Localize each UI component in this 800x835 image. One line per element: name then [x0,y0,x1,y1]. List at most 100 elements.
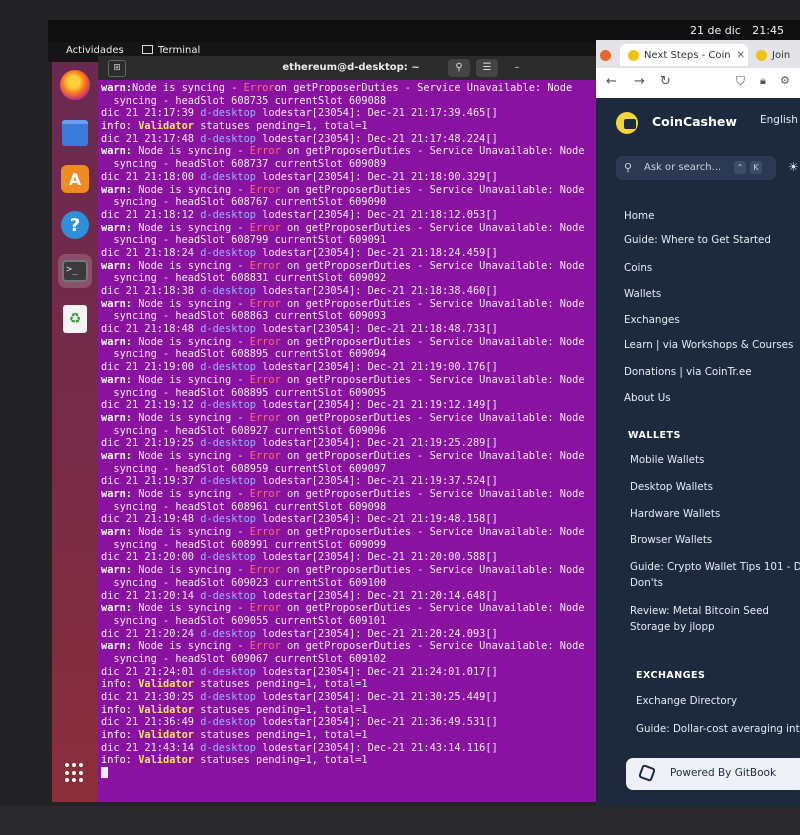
log-segment: Node is syncing - [132,183,250,196]
log-segment: d-desktop [200,107,256,120]
site-search[interactable]: ⚲ Ask or search... ⌃ K [616,156,776,180]
log-segment: dic 21 21:43:14 [101,741,201,754]
forward-icon[interactable]: → [634,74,645,89]
log-line: info: Validator statuses pending=1, tota… [101,754,601,767]
section-heading-exchanges: EXCHANGES [636,670,706,681]
terminal-icon[interactable]: >_ [58,254,92,288]
nav-exchanges[interactable]: Exchanges [624,312,680,328]
nav-guide-get-started[interactable]: Guide: Where to Get Started [624,232,771,248]
log-segment: dic 21 21:20:14 [101,589,201,602]
show-apps-icon[interactable] [58,756,92,790]
software-store-icon[interactable]: A [58,162,92,196]
log-segment: Node is syncing - [132,488,250,500]
close-tab-icon[interactable]: ✕ [737,50,745,61]
nav-metal-seed-review[interactable]: Review: Metal Bitcoin Seed [630,603,769,619]
log-segment: info: [101,120,139,133]
log-segment: Node is syncing - [132,640,250,653]
nav-coins[interactable]: Coins [624,260,652,276]
firefox-icon[interactable] [60,70,90,100]
gnome-top-bar: 21 de dic 21:45 [48,20,800,42]
permissions-icon[interactable]: ⚙ [780,74,790,87]
log-segment: syncing - headSlot 608959 currentSlot 60… [101,462,387,475]
terminal-headerbar: ⊞ ethereum@d-desktop: ~ ⚲ ☰ – [98,56,604,80]
terminal-window: ⊞ ethereum@d-desktop: ~ ⚲ ☰ – warn: Node … [98,56,604,802]
shortcut-key: ⌃ [734,161,746,174]
nav-browser-wallets[interactable]: Browser Wallets [630,532,712,548]
log-segment: d-desktop [200,437,256,450]
nav-exchange-directory[interactable]: Exchange Directory [636,693,737,709]
browser-tab-active[interactable]: Next Steps - Coin ✕ [620,44,748,66]
log-segment: on getProposerDuties - Service Unavailab… [274,82,573,94]
trash-icon[interactable]: ♻ [58,302,92,336]
log-line: warn: Node is syncing - Error on getProp… [101,298,601,311]
log-line: dic 21 21:18:38 d-desktop lodestar[23054… [101,285,601,298]
back-icon[interactable]: ← [606,74,617,89]
nav-desktop-wallets[interactable]: Desktop Wallets [630,479,713,495]
powered-by-gitbook[interactable]: Powered By GitBook [626,758,800,790]
active-app-label: Terminal [158,45,201,56]
log-segment: d-desktop [200,323,256,336]
terminal-output[interactable]: warn: Node is syncing - Error on getPropos… [98,80,604,802]
log-segment: warn: [101,335,132,348]
help-icon[interactable]: ? [58,208,92,242]
activities-button[interactable]: Actividades [66,45,124,56]
log-segment: d-desktop [200,551,256,564]
nav-mobile-wallets[interactable]: Mobile Wallets [630,452,704,468]
theme-toggle-icon[interactable]: ☀ [788,160,799,174]
shield-icon[interactable]: ⛉ [736,74,745,89]
nav-dca-guide[interactable]: Guide: Dollar-cost averaging into c [636,721,800,737]
nav-home[interactable]: Home [624,208,654,224]
site-brand[interactable]: CoinCashew [652,114,737,129]
log-segment: warn: [101,411,132,424]
coincashew-logo[interactable] [616,112,638,134]
nav-donations[interactable]: Donations | via CoinTr.ee [624,364,752,380]
section-heading-wallets: WALLETS [628,430,681,441]
nav-wallet-tips-cont[interactable]: Don'ts [630,575,663,591]
log-segment: on getProposerDuties - Service Unavailab… [280,335,585,348]
log-segment: syncing - headSlot 608831 currentSlot 60… [101,272,387,285]
menu-button[interactable]: ☰ [476,59,498,77]
log-segment: on getProposerDuties - Service Unavailab… [280,640,585,653]
nav-learn[interactable]: Learn | via Workshops & Courses [624,337,793,353]
log-segment: lodestar[23054]: Dec-21 21:24:01.017[] [256,665,498,678]
reload-icon[interactable]: ↻ [660,74,671,89]
firefox-tab-icon[interactable] [600,44,614,66]
log-segment: Error [249,602,281,615]
nav-hardware-wallets[interactable]: Hardware Wallets [630,506,720,522]
log-segment: lodestar[23054]: Dec-21 21:19:12.149[] [256,399,498,412]
files-icon[interactable] [58,116,92,150]
log-line: dic 21 21:17:48 d-desktop lodestar[23054… [101,133,601,146]
log-segment: dic 21 21:18:24 [101,246,201,259]
active-app-menu[interactable]: Terminal [142,45,200,56]
hamburger-menu-icon: ☰ [482,62,492,73]
log-line: syncing - headSlot 608961 currentSlot 60… [101,501,601,514]
log-segment: Error [249,259,281,272]
log-line: dic 21 21:19:48 d-desktop lodestar[23054… [101,513,601,526]
log-line: info: Validator statuses pending=1, tota… [101,120,601,133]
search-button[interactable]: ⚲ [448,59,470,77]
lock-icon[interactable]: 🔒︎ [760,74,766,88]
log-segment: syncing - headSlot 608799 currentSlot 60… [101,234,387,247]
log-line: warn: Node is syncing - Error on getProp… [101,374,601,387]
log-segment: d-desktop [200,475,256,488]
browser-tab[interactable]: Join [756,44,790,66]
log-segment: warn: [101,449,132,462]
nav-about-us[interactable]: About Us [624,390,671,406]
minimize-button[interactable]: – [506,59,528,77]
search-placeholder: Ask or search... [644,162,722,173]
log-segment: syncing - headSlot 608735 currentSlot 60… [101,94,387,107]
log-segment: lodestar[23054]: Dec-21 21:18:24.459[] [256,246,498,259]
log-segment: Error [249,526,281,539]
system-clock[interactable]: 21 de dic 21:45 [682,24,784,37]
log-line: dic 21 21:18:48 d-desktop lodestar[23054… [101,323,601,336]
log-segment: Node is syncing - [132,145,250,158]
nav-wallet-tips[interactable]: Guide: Crypto Wallet Tips 101 - Do's [630,559,800,575]
nav-wallets[interactable]: Wallets [624,286,661,302]
log-line: syncing - headSlot 608735 currentSlot 60… [101,95,601,108]
log-segment: dic 21 21:18:00 [101,170,201,183]
language-selector[interactable]: English [760,114,798,126]
gitbook-icon [638,764,656,782]
log-segment: lodestar[23054]: Dec-21 21:20:24.093[] [256,627,498,640]
log-segment: Node is syncing - [132,373,250,386]
nav-metal-seed-review-cont[interactable]: Storage by jlopp [630,619,715,635]
